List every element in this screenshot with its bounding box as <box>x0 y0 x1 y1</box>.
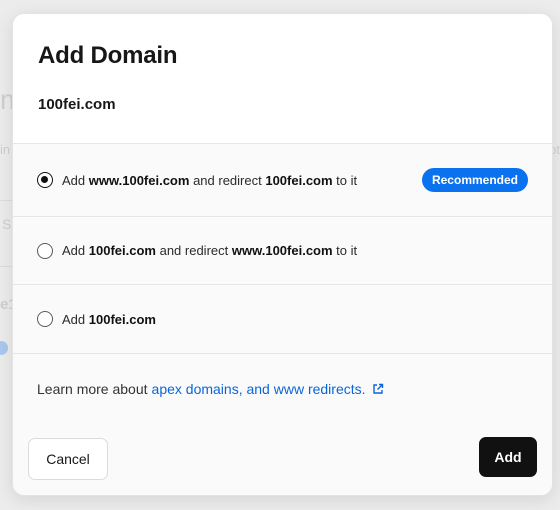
dialog-footer: Cancel Add <box>13 423 552 495</box>
external-link-icon <box>372 383 383 394</box>
dialog-header: Add Domain 100fei.com <box>13 14 552 144</box>
background-text: S <box>2 216 12 232</box>
option-prefix: Add <box>62 243 86 258</box>
cancel-button[interactable]: Cancel <box>28 438 108 480</box>
option-apex-redirect[interactable]: Add 100fei.com and redirect www.100fei.c… <box>13 217 552 285</box>
radio-apex-redirect[interactable] <box>37 242 53 259</box>
domain-name: 100fei.com <box>38 96 116 113</box>
option-label: Add www.100fei.com and redirect 100fei.c… <box>62 173 357 188</box>
option-secondary-domain: 100fei.com <box>265 172 333 188</box>
learn-more-row: Learn more about apex domains, and www r… <box>13 354 552 424</box>
radio-apex-only[interactable] <box>37 311 53 327</box>
option-primary-domain: 100fei.com <box>88 311 156 327</box>
dialog-title: Add Domain <box>38 42 178 69</box>
background-text: in <box>0 142 11 157</box>
option-prefix: Add <box>62 311 86 327</box>
recommended-badge: Recommended <box>421 168 528 192</box>
option-suffix: to it <box>336 243 358 258</box>
option-middle: and redirect <box>193 172 262 188</box>
background-check-icon <box>0 341 8 355</box>
option-label: Add 100fei.com <box>62 312 156 327</box>
add-button[interactable]: Add <box>479 437 537 477</box>
option-prefix: Add <box>62 172 86 188</box>
learn-more-text: Learn more about <box>37 380 148 397</box>
option-label: Add 100fei.com and redirect www.100fei.c… <box>62 243 357 258</box>
option-secondary-domain: www.100fei.com <box>231 243 333 258</box>
option-primary-domain: 100fei.com <box>88 243 156 258</box>
radio-www-redirect[interactable] <box>37 172 53 188</box>
learn-more-link-label: apex domains, and www redirects. <box>151 380 366 397</box>
option-primary-domain: www.100fei.com <box>88 172 190 188</box>
add-domain-dialog: Add Domain 100fei.com Add www.100fei.com… <box>12 13 553 496</box>
option-www-redirect[interactable]: Add www.100fei.com and redirect 100fei.c… <box>13 144 552 217</box>
option-middle: and redirect <box>159 243 229 258</box>
option-suffix: to it <box>336 172 358 188</box>
learn-more-link[interactable]: apex domains, and www redirects. <box>152 381 384 397</box>
option-apex-only[interactable]: Add 100fei.com <box>13 285 552 354</box>
